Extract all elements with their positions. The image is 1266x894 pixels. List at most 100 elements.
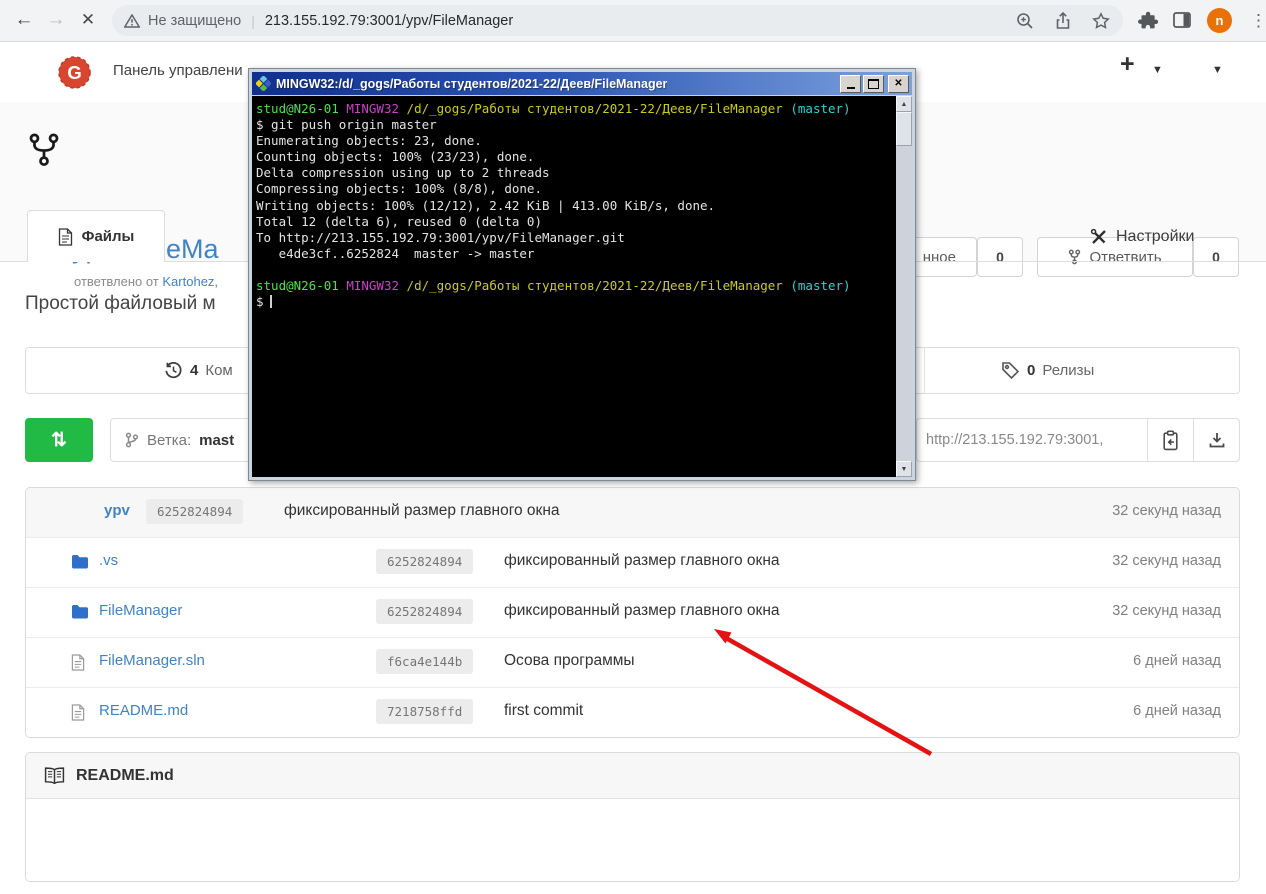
commit-hash-badge[interactable]: 6252824894 [376,549,473,574]
terminal-cursor-line[interactable]: $ [256,294,896,310]
readme-panel: README.md [25,752,1240,882]
commit-hash-badge[interactable]: 7218758ffd [376,699,473,724]
star-count[interactable]: 0 [977,237,1023,277]
readme-body [26,799,1239,881]
file-name-link[interactable]: .vs [99,552,118,569]
screen: ← → ✕ Не защищено | 213.155.192.79:3001/… [0,0,1266,894]
branch-name: mast [199,432,234,449]
nav-plus-caret-icon[interactable]: ▼ [1152,64,1163,76]
fork-icon [1068,249,1081,265]
commit-hash-badge[interactable]: 6252824894 [146,499,243,524]
scrollbar-thumb[interactable] [896,112,912,146]
commit-message[interactable]: first commit [504,702,583,720]
compare-button[interactable]: ⇅ [25,418,93,462]
file-table: ypv 6252824894 фиксированный размер глав… [25,487,1240,738]
compare-icon: ⇅ [51,429,67,452]
star-button-label: нное [923,249,956,266]
releases-count: 0 [1027,362,1035,379]
address-bar[interactable]: Не защищено | 213.155.192.79:3001/ypv/Fi… [112,5,1123,36]
terminal-line: $ git push origin master [256,117,896,133]
mingw-terminal-window[interactable]: MINGW32:/d/_gogs/Работы студентов/2021-2… [248,68,916,481]
tab-files-label: Файлы [82,228,135,245]
scroll-up-icon[interactable]: ▲ [896,96,912,112]
terminal-cursor [270,295,273,308]
commit-message[interactable]: фиксированный размер главного окна [504,552,780,570]
scroll-down-icon[interactable]: ▼ [896,461,912,477]
repo-forked-from: ответвлено от Kartohez, [74,274,218,289]
browser-menu-icon[interactable]: ⋮ [1250,8,1266,33]
terminal-title: MINGW32:/d/_gogs/Работы студентов/2021-2… [276,77,667,91]
clone-url-input[interactable]: http://213.155.192.79:3001, [916,418,1148,462]
share-icon[interactable] [1053,11,1073,31]
commit-hash-badge[interactable]: f6ca4e144b [376,649,473,674]
commit-age: 6 дней назад [1133,703,1221,719]
terminal-titlebar[interactable]: MINGW32:/d/_gogs/Работы студентов/2021-2… [252,72,912,95]
terminal-line: Delta compression using up to 2 threads [256,165,896,181]
minimize-button[interactable] [840,75,861,93]
close-button[interactable]: ✕ [888,75,909,93]
branch-prefix-label: Ветка: [147,432,191,449]
terminal-line: e4de3cf..6252824 master -> master [256,246,896,262]
folder-icon [71,604,89,624]
address-separator: | [251,13,255,29]
tag-icon [1001,361,1020,380]
latest-commit-row: ypv 6252824894 фиксированный размер глав… [26,488,1239,537]
commit-age: 6 дней назад [1133,653,1221,669]
readme-title: README.md [76,767,174,785]
forked-from-link[interactable]: Kartohez, [162,274,218,289]
commit-age: 32 секунд назад [1112,553,1221,569]
commit-author-link[interactable]: ypv [104,502,130,519]
side-panel-icon[interactable] [1172,10,1192,30]
download-icon [1208,431,1226,449]
address-url: 213.155.192.79:3001/ypv/FileManager [265,13,513,29]
extensions-puzzle-icon[interactable] [1138,10,1159,31]
terminal-line: Enumerating objects: 23, done. [256,133,896,149]
maximize-button[interactable] [863,75,884,93]
file-row: README.md 7218758ffd first commit 6 дней… [26,687,1239,737]
stats-divider [924,348,925,393]
history-icon [164,361,183,380]
stat-commits[interactable]: 4 Ком [164,348,233,393]
commit-age: 32 секунд назад [1112,503,1221,519]
file-name-link[interactable]: FileManager [99,602,182,619]
zoom-icon[interactable] [1015,11,1035,31]
terminal-line: Total 12 (delta 6), reused 0 (delta 0) [256,214,896,230]
not-secure-warning-icon [124,14,140,28]
nav-plus-icon[interactable]: + [1120,50,1135,79]
stat-releases[interactable]: 0 Релизы [1001,348,1094,393]
forward-button[interactable]: → [42,6,70,34]
repo-description: Простой файловый м [25,293,216,315]
file-icon [71,654,85,676]
tools-icon [1090,228,1108,246]
terminal-line: Compressing objects: 100% (8/8), done. [256,181,896,197]
commit-message[interactable]: фиксированный размер главного окна [284,502,560,520]
branch-selector[interactable]: Ветка: mast [110,418,262,462]
commit-hash-badge[interactable]: 6252824894 [376,599,473,624]
nav-dashboard-link[interactable]: Панель управлени [113,62,243,79]
nav-user-caret-icon[interactable]: ▼ [1212,64,1223,76]
repo-fork-type-icon [28,132,60,168]
terminal-prompt-line: stud@N26-01 MINGW32 /d/_gogs/Работы студ… [256,278,896,294]
terminal-blank-line [256,262,896,278]
bookmark-star-icon[interactable] [1091,11,1111,31]
terminal-line: Counting objects: 100% (23/23), done. [256,149,896,165]
tab-settings[interactable]: Настройки [1090,228,1194,246]
stop-button[interactable]: ✕ [74,6,102,34]
fork-count[interactable]: 0 [1193,237,1239,277]
browser-profile-avatar[interactable]: n [1207,8,1232,33]
back-button[interactable]: ← [10,6,38,34]
file-name-link[interactable]: README.md [99,702,188,719]
terminal-console[interactable]: stud@N26-01 MINGW32 /d/_gogs/Работы студ… [252,96,896,477]
terminal-scrollbar[interactable]: ▲ ▼ [896,96,912,477]
tab-files[interactable]: Файлы [27,210,165,262]
terminal-prompt-line: stud@N26-01 MINGW32 /d/_gogs/Работы студ… [256,101,896,117]
commit-message[interactable]: фиксированный размер главного окна [504,602,780,620]
file-row: FileManager.sln f6ca4e144b Осова програм… [26,637,1239,687]
commit-message[interactable]: Осова программы [504,652,635,670]
copy-clone-url-button[interactable] [1148,418,1194,462]
gogs-logo[interactable]: G [57,55,92,90]
file-name-link[interactable]: FileManager.sln [99,652,205,669]
file-row: .vs 6252824894 фиксированный размер глав… [26,537,1239,587]
security-label: Не защищено [148,13,241,29]
download-archive-button[interactable] [1194,418,1240,462]
